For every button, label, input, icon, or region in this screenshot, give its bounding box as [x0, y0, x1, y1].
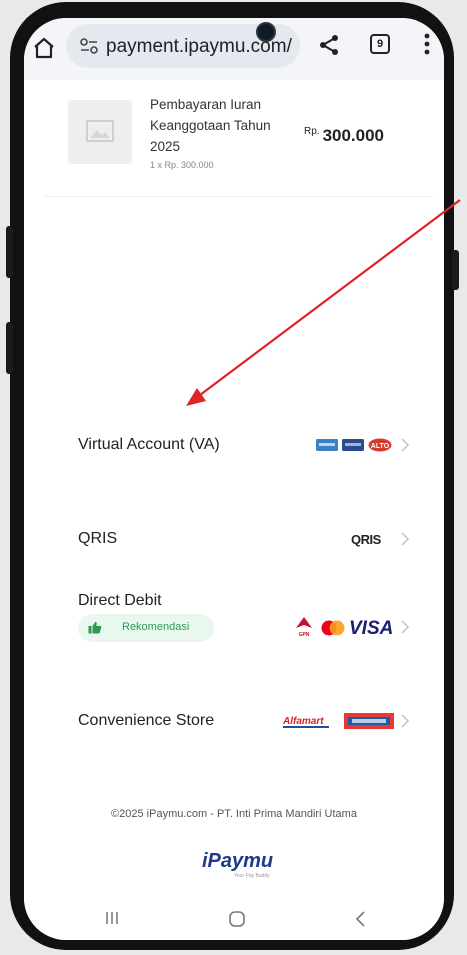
- copyright-text: ©2025 iPaymu.com - PT. Inti Prima Mandir…: [111, 808, 357, 820]
- more-menu-icon[interactable]: [424, 32, 430, 56]
- recommended-badge: Rekomendasi: [78, 614, 214, 642]
- product-image-placeholder: [68, 100, 132, 164]
- home-button-icon[interactable]: [228, 910, 246, 928]
- qris-logo-text: QRIS: [351, 532, 382, 547]
- side-button-right: [452, 250, 459, 290]
- chevron-right-icon: [401, 438, 410, 452]
- tab-switcher-icon[interactable]: 9: [370, 34, 390, 54]
- product-quantity: 1 x Rp. 300.000: [150, 160, 214, 170]
- visa-logo-text: VISA: [349, 618, 393, 638]
- currency-label: Rp.: [304, 126, 320, 138]
- bank-b-logo: [342, 439, 364, 451]
- chevron-right-icon: [401, 532, 410, 546]
- mastercard-logo: [321, 620, 345, 636]
- chevron-right-icon: [401, 714, 410, 728]
- product-price: Rp. 300.000: [304, 126, 384, 146]
- payment-method-label: Convenience Store: [78, 712, 215, 729]
- home-icon[interactable]: [32, 36, 56, 60]
- android-navbar: [24, 898, 444, 940]
- payment-method-va[interactable]: Virtual Account (VA) ALTO: [44, 420, 434, 470]
- browser-toolbar: payment.ipaymu.com/ 9: [24, 18, 444, 80]
- ipaymu-logo: iPaymu: [202, 850, 274, 872]
- alto-logo-text: ALTO: [371, 443, 390, 450]
- payment-method-label: Direct Debit: [78, 592, 162, 609]
- gpn-logo: GPN: [296, 617, 312, 638]
- payment-method-label: Virtual Account (VA): [78, 436, 220, 453]
- product-name: Pembayaran Iuran Keanggotaan Tahun 2025: [150, 97, 271, 154]
- payment-card: Pembayaran Iuran Keanggotaan Tahun 2025 …: [34, 80, 440, 780]
- payment-method-convenience-store[interactable]: Convenience Store Alfamart: [44, 696, 434, 746]
- divider: [44, 196, 434, 197]
- bank-a-logo: [316, 439, 338, 451]
- power-button: [6, 322, 13, 374]
- payment-method-label: QRIS: [78, 530, 118, 547]
- share-icon[interactable]: [318, 34, 340, 56]
- price-value: 300.000: [322, 126, 385, 145]
- front-camera: [256, 22, 276, 42]
- volume-button: [6, 226, 13, 278]
- indomaret-logo: [344, 713, 394, 729]
- gpn-logo-text: GPN: [299, 632, 310, 638]
- payment-method-qris[interactable]: QRIS QRIS: [44, 514, 434, 564]
- thumbs-up-icon: [88, 621, 102, 634]
- qris-logo: QRIS: [351, 532, 382, 547]
- recent-apps-icon[interactable]: [104, 910, 120, 926]
- image-icon: [86, 120, 114, 142]
- chevron-right-icon: [401, 620, 410, 634]
- payment-method-direct-debit[interactable]: Direct Debit Rekomendasi GPN VISA: [44, 590, 434, 670]
- screen: payment.ipaymu.com/ 9 Pembayaran Iuran K…: [24, 18, 444, 940]
- back-icon[interactable]: [354, 910, 366, 928]
- alfamart-logo: Alfamart: [282, 716, 329, 728]
- alto-logo: ALTO: [368, 438, 392, 452]
- alfamart-logo-text: Alfamart: [282, 716, 324, 727]
- ipaymu-tagline: Your Pay Buddy: [234, 873, 270, 879]
- visa-logo: VISA: [349, 618, 393, 638]
- recommended-badge-text: Rekomendasi: [122, 621, 190, 633]
- site-settings-icon[interactable]: [80, 38, 98, 54]
